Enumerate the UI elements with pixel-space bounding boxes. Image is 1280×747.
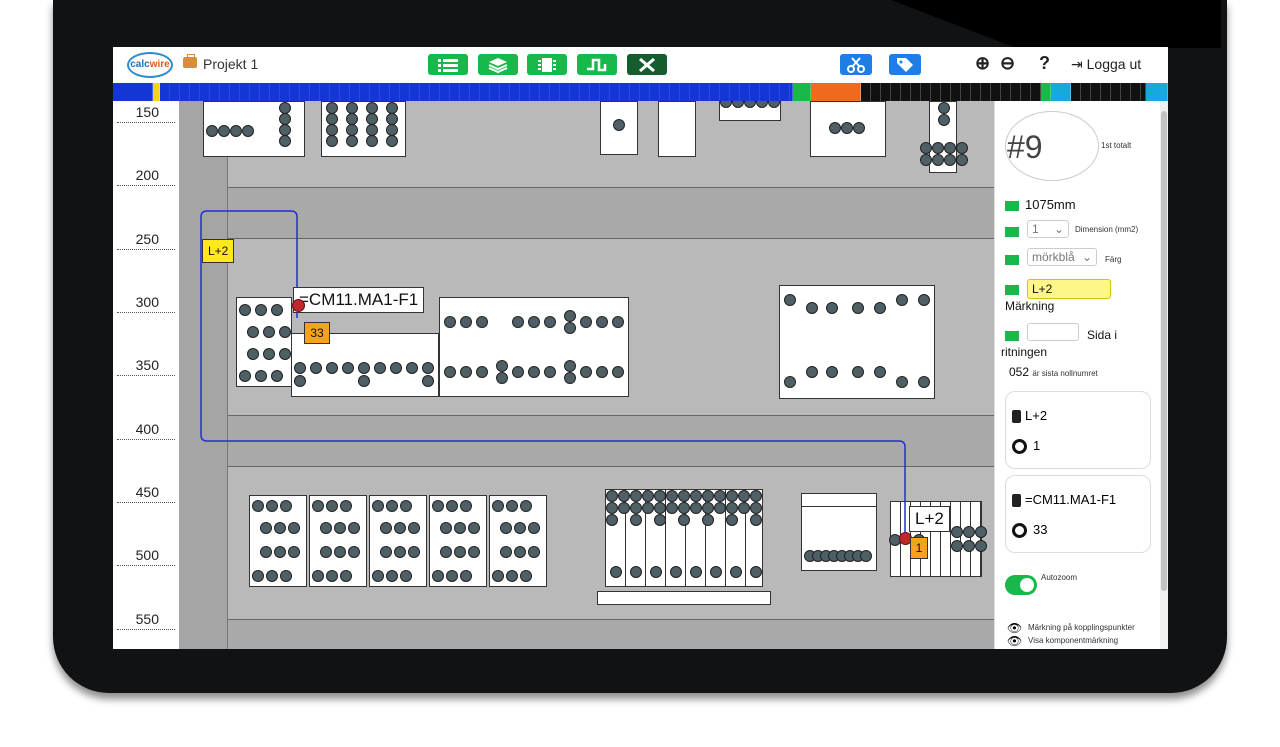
strip-segment[interactable]: [1071, 83, 1146, 101]
calcwire-logo[interactable]: calcwire: [127, 52, 173, 78]
wire-path[interactable]: [179, 101, 994, 649]
page-label: Sida i ritningen: [1001, 328, 1118, 359]
tag-icon: [1005, 284, 1019, 295]
endpoint-point-row: 1: [1012, 438, 1040, 455]
terminal-point-icon: [1012, 523, 1027, 539]
scrollbar-thumb[interactable]: [1161, 111, 1167, 591]
component-button[interactable]: [527, 54, 567, 75]
marking-input[interactable]: L+2: [1027, 279, 1111, 299]
length-value: 1075mm: [1025, 197, 1076, 212]
ruler-tick: 400: [117, 421, 175, 440]
strip-selected-marker[interactable]: [153, 83, 160, 101]
component-icon: [1012, 410, 1021, 424]
component-label[interactable]: =CM11.MA1-F1: [293, 287, 425, 313]
strip-segment[interactable]: [793, 83, 811, 101]
component-icon: [538, 57, 556, 72]
ruler-tick: 200: [117, 167, 175, 186]
cabinet-canvas[interactable]: L+2 =CM11.MA1-F1 33 L+2 1: [179, 101, 994, 649]
tools-button[interactable]: [627, 54, 667, 75]
component-icon: [1012, 494, 1021, 508]
start-point-number[interactable]: 33: [304, 322, 330, 344]
list-icon: [438, 58, 458, 72]
wire-strip[interactable]: [113, 83, 1168, 101]
strip-segment[interactable]: [1041, 83, 1051, 101]
color-row: [1005, 251, 1025, 266]
cut-icon: [847, 56, 865, 73]
zoom-in-icon[interactable]: ⊕: [975, 53, 990, 74]
marking-label: Märkning: [1005, 299, 1055, 313]
last-number-note: är sista nollnumret: [1032, 369, 1098, 378]
color-select[interactable]: mörkblå ⌄: [1027, 248, 1097, 266]
wire-properties-panel: #9 1st totalt 1075mm 1 ⌄ Dimension (mm2)…: [994, 101, 1161, 649]
wire-start-label[interactable]: L+2: [202, 239, 235, 263]
logo-calc-text: calc: [130, 59, 150, 70]
color-label: Färg: [1105, 255, 1122, 264]
eye-icon[interactable]: 👁: [1007, 621, 1022, 635]
dimension-select[interactable]: 1 ⌄: [1027, 220, 1069, 238]
strip-segment[interactable]: [1051, 83, 1071, 101]
wire-number-note: 1st totalt: [1101, 141, 1132, 150]
endpoint-point-row: 33: [1012, 522, 1047, 539]
list-button[interactable]: [428, 54, 468, 75]
endpoint-card[interactable]: =CM11.MA1-F1 33: [1005, 475, 1151, 553]
eye-icon[interactable]: 👁: [1007, 634, 1022, 648]
ruler-tick: 250: [117, 231, 175, 250]
marking-row: [1005, 281, 1025, 296]
app-screen: calcwire Projekt 1 ⊕ ⊖ ? ⇥ Logga ut 150 …: [113, 47, 1168, 649]
dimension-label: Dimension (mm2): [1075, 225, 1139, 234]
last-number: 052: [1009, 365, 1030, 379]
ruler-tick: 300: [117, 294, 175, 313]
layers-icon: [488, 57, 508, 73]
strip-segment[interactable]: [160, 83, 793, 101]
ruler-tick: 500: [117, 547, 175, 566]
help-icon[interactable]: ?: [1039, 53, 1050, 74]
signal-bars-icon: [1005, 226, 1019, 237]
logout-label: Logga ut: [1086, 56, 1142, 72]
autozoom-toggle[interactable]: [1005, 575, 1037, 595]
wire-number: #9: [1007, 129, 1043, 165]
ruler-tick: 150: [117, 104, 175, 123]
ruler-tick: 450: [117, 484, 175, 503]
length-row: 1075mm: [1005, 197, 1076, 212]
strip-segment[interactable]: [861, 83, 1041, 101]
signal-icon: [587, 58, 607, 71]
ruler-tick: 550: [117, 611, 175, 630]
ruler-tick: 350: [117, 357, 175, 376]
strip-segment[interactable]: [811, 83, 861, 101]
frame-glare: [891, 0, 1221, 48]
endpoint-label-row: =CM11.MA1-F1: [1012, 492, 1116, 508]
tag-icon: [897, 57, 913, 72]
endpoint-label-row: L+2: [1012, 408, 1047, 424]
strip-segment[interactable]: [113, 83, 153, 101]
option-component-marking: Visa komponentmärkning: [1028, 636, 1119, 645]
cut-button[interactable]: [840, 54, 872, 75]
option-marking-points: Märkning på kopplingspunkter: [1028, 623, 1135, 632]
panel-scrollbar[interactable]: [1160, 101, 1168, 649]
terminal-point-icon: [1012, 439, 1027, 455]
ruler-icon: [1005, 200, 1019, 211]
logout-icon: ⇥: [1071, 56, 1087, 72]
vertical-ruler: 150 200 250 300 350 400 450 500 550: [113, 101, 179, 649]
tools-icon: [639, 57, 655, 72]
paint-bucket-icon: [1005, 254, 1019, 265]
wire-end-label[interactable]: L+2: [909, 506, 950, 532]
briefcase-icon: [183, 54, 197, 68]
last-number-row: 052 är sista nollnumret: [1009, 365, 1098, 379]
project-name[interactable]: Projekt 1: [203, 56, 258, 72]
wire-start-point[interactable]: [292, 299, 305, 312]
layers-button[interactable]: [478, 54, 518, 75]
autozoom-label: Autozoom: [1041, 573, 1078, 582]
logout-button[interactable]: ⇥ Logga ut: [1071, 56, 1141, 73]
top-bar: calcwire Projekt 1 ⊕ ⊖ ? ⇥ Logga ut: [113, 47, 1168, 83]
endpoint-card[interactable]: L+2 1: [1005, 391, 1151, 469]
zoom-out-icon[interactable]: ⊖: [1000, 53, 1015, 74]
signal-button[interactable]: [577, 54, 617, 75]
end-point-number[interactable]: 1: [910, 537, 928, 559]
strip-segment[interactable]: [1146, 83, 1168, 101]
logo-wire-text: wire: [149, 59, 170, 70]
dimension-row: [1005, 223, 1025, 238]
tag-button[interactable]: [889, 54, 921, 75]
